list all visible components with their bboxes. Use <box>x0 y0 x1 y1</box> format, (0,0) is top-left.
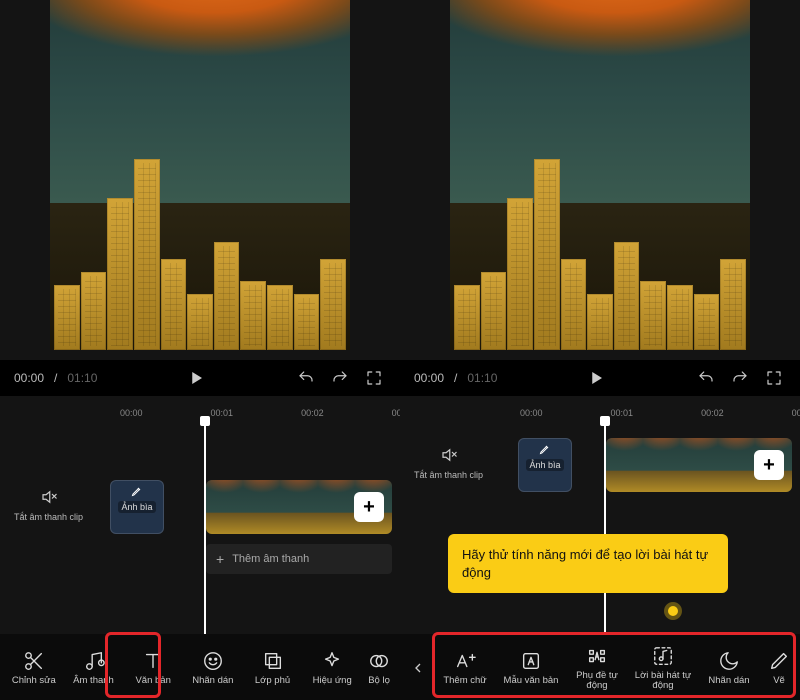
toolbar-item-sticker[interactable]: Nhãn dán <box>698 646 760 690</box>
toolbar-item-edit[interactable]: Chỉnh sửa <box>6 646 62 690</box>
toolbar-left: Chỉnh sửa Âm thanh Văn bản Nhãn dán Lớp … <box>0 634 400 700</box>
toolbar-right: Thêm chữ Mẫu văn bản Phụ đề tự động Lời … <box>400 634 800 700</box>
cover-chip[interactable]: Ảnh bìa <box>110 480 164 534</box>
speaker-mute-icon <box>438 444 460 466</box>
text-icon <box>142 650 164 672</box>
toolbar-item-sticker[interactable]: Nhãn dán <box>185 646 241 690</box>
cover-label: Ảnh bìa <box>526 459 563 471</box>
timeline-right: 00:00 00:01 00:02 00:03 Tắt âm thanh cli… <box>400 396 800 634</box>
undo-button[interactable] <box>294 366 318 390</box>
sparkle-icon <box>321 650 343 672</box>
tooltip-anchor-dot <box>668 606 678 616</box>
add-audio-label: Thêm âm thanh <box>232 553 309 565</box>
add-clip-button[interactable]: + <box>754 450 784 480</box>
plus-icon: + <box>216 551 224 567</box>
playback-current: 00:00 <box>414 371 444 385</box>
text-template-icon <box>520 650 542 672</box>
mute-clip-label: Tắt âm thanh clip <box>14 512 83 522</box>
feature-tooltip: Hãy thử tính năng mới để tạo lời bài hát… <box>448 534 728 593</box>
playback-bar-right: 00:00 / 01:10 <box>400 360 800 396</box>
toolbar-item-text[interactable]: Văn bản <box>125 646 181 690</box>
playback-total: 01:10 <box>467 371 497 385</box>
pencil-icon <box>539 443 551 457</box>
preview-frame[interactable] <box>50 0 350 350</box>
cover-chip[interactable]: Ảnh bìa <box>518 438 572 492</box>
toolbar-item-audio[interactable]: Âm thanh <box>66 646 122 690</box>
toolbar-item-add-text[interactable]: Thêm chữ <box>434 646 496 690</box>
pen-icon <box>768 650 790 672</box>
playback-total: 01:10 <box>67 371 97 385</box>
add-audio-row[interactable]: + Thêm âm thanh <box>206 544 392 574</box>
undo-button[interactable] <box>694 366 718 390</box>
toolbar-item-text-template[interactable]: Mẫu văn bản <box>500 646 562 690</box>
add-clip-button[interactable]: + <box>354 492 384 522</box>
tooltip-text: Hãy thử tính năng mới để tạo lời bài hát… <box>462 547 708 580</box>
overlay-icon <box>262 650 284 672</box>
timeline-left: 00:00 00:01 00:02 00:03 Tắt âm thanh cli… <box>0 396 400 634</box>
speaker-mute-icon <box>38 486 60 508</box>
pencil-icon <box>131 485 143 499</box>
preview-right <box>400 0 800 360</box>
play-button[interactable] <box>184 366 208 390</box>
mute-clip-label: Tắt âm thanh clip <box>414 470 483 480</box>
timeline-ruler: 00:00 00:01 00:02 00:03 <box>400 396 800 418</box>
smile-icon <box>202 650 224 672</box>
chevron-left-icon <box>410 660 426 676</box>
toolbar-item-auto-lyrics[interactable]: Lời bài hát tự động <box>632 641 694 696</box>
preview-left <box>0 0 400 360</box>
toolbar-item-auto-caption[interactable]: Phụ đề tự động <box>566 641 628 696</box>
play-button[interactable] <box>584 366 608 390</box>
preview-row <box>0 0 800 360</box>
auto-caption-icon <box>586 645 608 667</box>
text-plus-icon <box>454 650 476 672</box>
fullscreen-button[interactable] <box>762 366 786 390</box>
preview-frame[interactable] <box>450 0 750 350</box>
auto-lyrics-icon <box>652 645 674 667</box>
toolbar-item-effect[interactable]: Hiệu ứng <box>304 646 360 690</box>
filter-icon <box>368 650 390 672</box>
mute-clip-button[interactable]: Tắt âm thanh clip <box>14 486 83 522</box>
scissors-icon <box>23 650 45 672</box>
music-note-icon <box>83 650 105 672</box>
toolbar-item-overlay[interactable]: Lớp phủ <box>245 646 301 690</box>
moon-icon <box>718 650 740 672</box>
toolbar-item-filter[interactable]: Bộ lọ <box>364 646 394 690</box>
playback-current: 00:00 <box>14 371 44 385</box>
timeline-ruler: 00:00 00:01 00:02 00:03 <box>0 396 400 418</box>
fullscreen-button[interactable] <box>362 366 386 390</box>
playback-bar-left: 00:00 / 01:10 <box>0 360 400 396</box>
toolbar-item-more[interactable]: Vẽ <box>764 646 794 690</box>
mute-clip-button[interactable]: Tắt âm thanh clip <box>414 444 483 480</box>
cover-label: Ảnh bìa <box>118 501 155 513</box>
redo-button[interactable] <box>328 366 352 390</box>
redo-button[interactable] <box>728 366 752 390</box>
toolbar-back-button[interactable] <box>406 660 430 676</box>
